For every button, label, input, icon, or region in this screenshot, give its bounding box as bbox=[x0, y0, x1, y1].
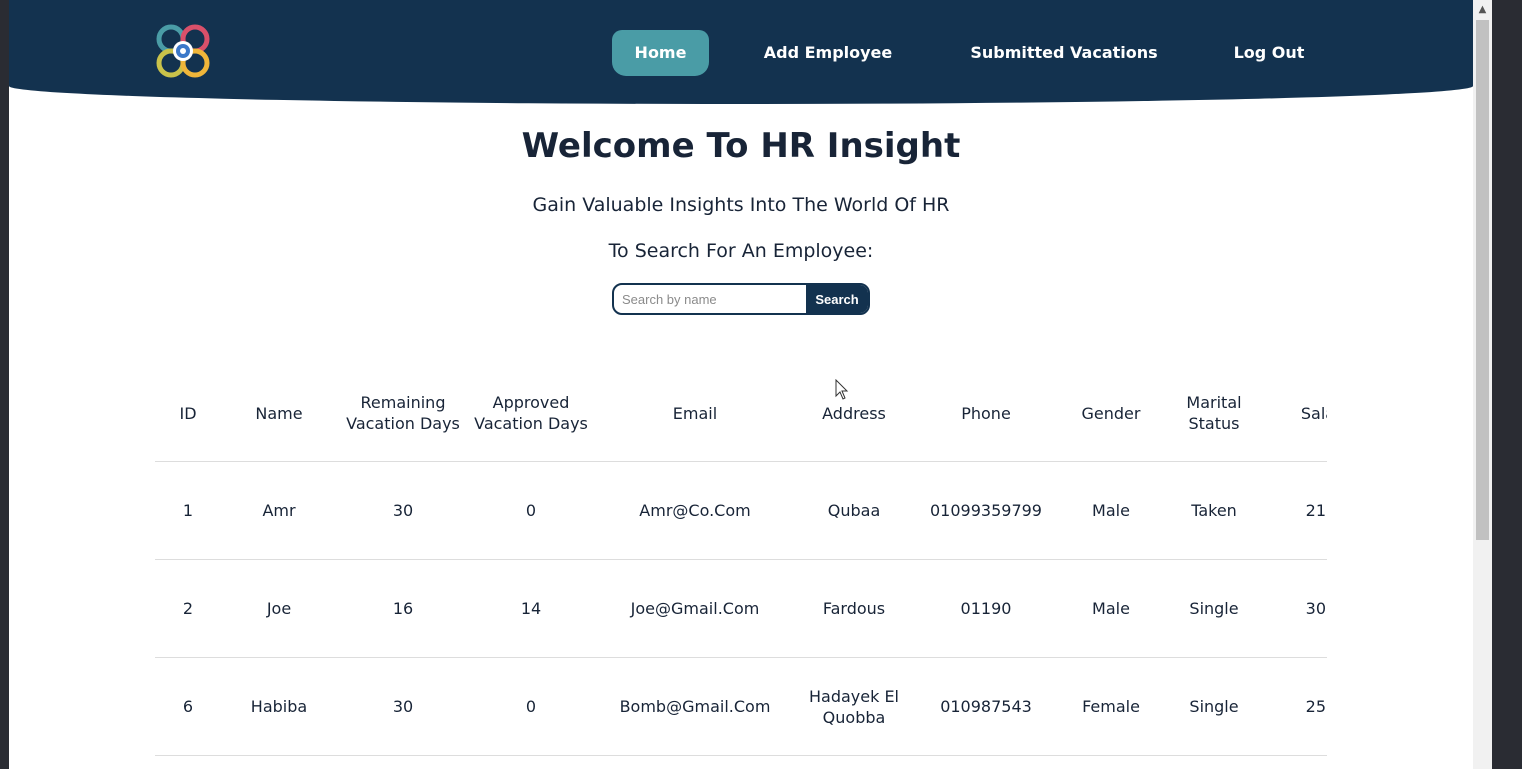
header-remaining-vacation-days: Remaining Vacation Days bbox=[337, 365, 469, 462]
cell-gender: Male bbox=[1061, 461, 1161, 560]
cell-address: Qubaa bbox=[797, 461, 911, 560]
cell-email: Amr@Co.Com bbox=[593, 461, 797, 560]
cell-remaining-days: 30 bbox=[337, 461, 469, 560]
cell-approved-days: 0 bbox=[469, 657, 593, 756]
cell-salary: 2131 bbox=[1267, 461, 1327, 560]
header-gender: Gender bbox=[1061, 365, 1161, 462]
cell-id: 1 bbox=[155, 461, 221, 560]
cell-email: Bomb@Gmail.Com bbox=[593, 657, 797, 756]
cell-email: Joe@Gmail.Com bbox=[593, 559, 797, 658]
cell-marital-status: Taken bbox=[1161, 461, 1267, 560]
header-id: ID bbox=[155, 365, 221, 462]
cell-remaining-days: 30 bbox=[337, 657, 469, 756]
header-salary: Salary bbox=[1267, 365, 1327, 462]
navbar: Home Add Employee Submitted Vacations Lo… bbox=[9, 0, 1473, 104]
nav-home[interactable]: Home bbox=[612, 30, 709, 76]
header-email: Email bbox=[593, 365, 797, 462]
scroll-up-arrow-icon[interactable]: ▲ bbox=[1473, 0, 1492, 20]
header-phone: Phone bbox=[911, 365, 1061, 462]
cell-name: Habiba bbox=[221, 657, 337, 756]
cell-salary: 3000 bbox=[1267, 559, 1327, 658]
gears-logo-icon[interactable] bbox=[154, 22, 212, 80]
search-input[interactable] bbox=[614, 285, 806, 313]
nav-log-out[interactable]: Log Out bbox=[1219, 30, 1319, 76]
scroll-thumb[interactable] bbox=[1476, 20, 1489, 540]
cell-marital-status: Single bbox=[1161, 559, 1267, 658]
header-marital-status: Marital Status bbox=[1161, 365, 1267, 462]
table-row[interactable]: 1 Amr 30 0 Amr@Co.Com Qubaa 01099359799 … bbox=[155, 461, 1327, 560]
table-header-row: ID Name Remaining Vacation Days Approved… bbox=[155, 365, 1327, 462]
nav-add-employee[interactable]: Add Employee bbox=[753, 30, 903, 76]
search-form: Search bbox=[612, 283, 870, 315]
nav-submitted-vacations[interactable]: Submitted Vacations bbox=[959, 30, 1169, 76]
cell-marital-status: Single bbox=[1161, 657, 1267, 756]
employee-table-container: ID Name Remaining Vacation Days Approved… bbox=[155, 365, 1327, 769]
page-title: Welcome To HR Insight bbox=[521, 126, 961, 166]
vertical-scrollbar[interactable]: ▲ bbox=[1473, 0, 1492, 769]
search-button[interactable]: Search bbox=[806, 285, 868, 313]
page: Home Add Employee Submitted Vacations Lo… bbox=[9, 0, 1473, 769]
page-subtitle: Gain Valuable Insights Into The World Of… bbox=[532, 194, 950, 216]
cell-phone: 010987543 bbox=[911, 657, 1061, 756]
cell-approved-days: 0 bbox=[469, 461, 593, 560]
cell-address: Fardous bbox=[797, 559, 911, 658]
cell-phone: 01099359799 bbox=[911, 461, 1061, 560]
cell-remaining-days: 16 bbox=[337, 559, 469, 658]
cell-approved-days: 14 bbox=[469, 559, 593, 658]
cell-gender: Female bbox=[1061, 657, 1161, 756]
employee-table: ID Name Remaining Vacation Days Approved… bbox=[155, 365, 1327, 756]
cell-salary: 2500 bbox=[1267, 657, 1327, 756]
cell-id: 6 bbox=[155, 657, 221, 756]
cell-name: Amr bbox=[221, 461, 337, 560]
cell-gender: Male bbox=[1061, 559, 1161, 658]
mouse-cursor-icon bbox=[835, 378, 849, 401]
cell-id: 2 bbox=[155, 559, 221, 658]
cell-address: Hadayek El Quobba bbox=[797, 657, 911, 756]
cell-name: Joe bbox=[221, 559, 337, 658]
header-address: Address bbox=[797, 365, 911, 462]
table-row[interactable]: 2 Joe 16 14 Joe@Gmail.Com Fardous 01190 … bbox=[155, 559, 1327, 658]
table-row[interactable]: 6 Habiba 30 0 Bomb@Gmail.Com Hadayek El … bbox=[155, 657, 1327, 756]
header-name: Name bbox=[221, 365, 337, 462]
search-label: To Search For An Employee: bbox=[608, 240, 874, 262]
cell-phone: 01190 bbox=[911, 559, 1061, 658]
header-approved-vacation-days: Approved Vacation Days bbox=[469, 365, 593, 462]
